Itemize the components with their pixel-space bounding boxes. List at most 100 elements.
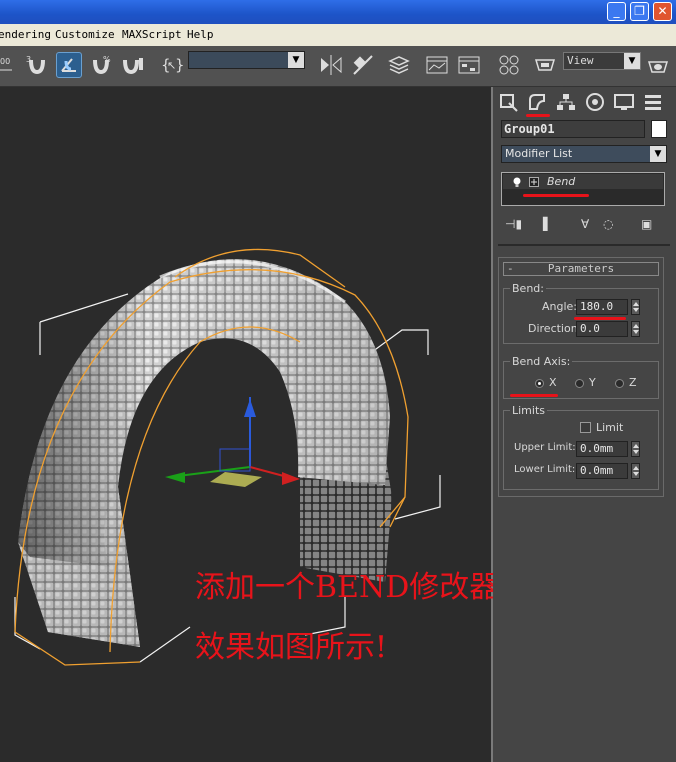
panel-divider bbox=[498, 244, 670, 246]
pin-stack-icon[interactable]: ⊣▮ bbox=[505, 217, 522, 231]
material-editor-icon bbox=[499, 55, 519, 75]
snap-percent-button[interactable]: 00 bbox=[0, 52, 18, 78]
percent-snap-icon: % bbox=[93, 55, 111, 75]
angle-snap-button[interactable] bbox=[56, 52, 82, 78]
upper-limit-input[interactable]: 0.0mm bbox=[576, 441, 628, 457]
menu-rendering[interactable]: endering bbox=[0, 28, 51, 41]
utilities-icon bbox=[645, 95, 661, 110]
curve-editor-button[interactable] bbox=[424, 52, 450, 78]
spinner-snap-button[interactable] bbox=[120, 52, 146, 78]
reference-coordinate-dropdown[interactable]: View ▼ bbox=[563, 52, 641, 70]
lower-limit-input[interactable]: 0.0mm bbox=[576, 463, 628, 479]
angle-label: Angle: bbox=[542, 300, 578, 313]
object-name-field[interactable]: Group01 bbox=[501, 120, 645, 138]
layers-icon bbox=[388, 56, 410, 74]
menu-help[interactable]: Help bbox=[187, 28, 214, 41]
bend-axis-group: Bend Axis: X Y Z bbox=[503, 355, 659, 399]
close-icon: ✕ bbox=[657, 4, 668, 18]
material-editor-button[interactable] bbox=[496, 52, 522, 78]
axis-y-radio[interactable] bbox=[575, 379, 584, 388]
edit-named-selection-button[interactable]: {↖} bbox=[158, 52, 185, 78]
limit-checkbox[interactable] bbox=[580, 422, 591, 433]
annotation-line-1: 添加一个BEND修改器, bbox=[195, 570, 509, 605]
svg-text:3: 3 bbox=[26, 55, 31, 64]
limit-checkbox-label: Limit bbox=[596, 421, 624, 434]
stack-item-label: Bend bbox=[547, 175, 576, 188]
menu-customize[interactable]: Customize bbox=[55, 28, 115, 41]
modifier-stack[interactable]: Bend bbox=[501, 172, 665, 206]
parameters-rollout: - Parameters Bend: Angle: 180.0 Directio… bbox=[498, 257, 664, 497]
angle-spinner-arrows[interactable] bbox=[631, 299, 640, 315]
minimize-button[interactable]: _ bbox=[607, 2, 626, 21]
axis-z-radio[interactable] bbox=[615, 379, 624, 388]
braces-icon: {↖} bbox=[161, 56, 185, 74]
tab-hierarchy[interactable] bbox=[555, 91, 577, 113]
mirror-button[interactable] bbox=[318, 52, 344, 78]
show-end-result-icon[interactable]: ▌ bbox=[543, 217, 552, 231]
layer-manager-button[interactable] bbox=[386, 52, 412, 78]
render-setup-button[interactable] bbox=[532, 52, 558, 78]
tab-display[interactable] bbox=[613, 91, 635, 113]
angle-highlight bbox=[574, 317, 626, 320]
tab-modify[interactable] bbox=[526, 91, 548, 113]
parameters-rollout-header[interactable]: - Parameters bbox=[503, 262, 659, 276]
menu-maxscript[interactable]: MAXScript bbox=[122, 28, 182, 41]
align-button[interactable] bbox=[350, 52, 376, 78]
perspective-viewport[interactable]: 添加一个BEND修改器, 效果如图所示! bbox=[0, 87, 509, 762]
modifier-list-label: Modifier List bbox=[505, 147, 573, 160]
svg-text:00: 00 bbox=[0, 57, 10, 66]
close-button[interactable]: ✕ bbox=[653, 2, 672, 21]
angle-input[interactable]: 180.0 bbox=[576, 299, 628, 315]
tab-create[interactable] bbox=[497, 91, 519, 113]
expand-plus-icon bbox=[529, 177, 539, 187]
limits-label: Limits bbox=[510, 404, 547, 417]
motion-icon bbox=[586, 93, 604, 111]
curve-editor-icon bbox=[426, 56, 448, 74]
svg-text:}: } bbox=[175, 56, 184, 74]
modifier-list-dropdown[interactable]: Modifier List ▼ bbox=[501, 145, 667, 163]
lightbulb-icon bbox=[513, 177, 521, 187]
angle-snap-icon bbox=[61, 58, 76, 72]
chevron-down-icon: ▼ bbox=[650, 146, 666, 162]
quick-render-button[interactable] bbox=[645, 52, 671, 78]
tab-motion[interactable] bbox=[584, 91, 606, 113]
axis-z-label: Z bbox=[629, 376, 637, 389]
direction-spinner-arrows[interactable] bbox=[631, 321, 640, 337]
bend-group: Bend: Angle: 180.0 Direction: 0.0 bbox=[503, 282, 659, 344]
create-icon bbox=[500, 94, 518, 112]
bend-stack-highlight bbox=[523, 194, 589, 197]
upper-limit-spinner-arrows[interactable] bbox=[631, 441, 640, 457]
parameters-title: Parameters bbox=[547, 262, 615, 275]
modify-tab-highlight bbox=[526, 114, 550, 117]
axis-x-radio[interactable] bbox=[535, 379, 544, 388]
percent-snap-button[interactable]: % bbox=[88, 52, 114, 78]
configure-sets-icon[interactable]: ▣ bbox=[641, 217, 652, 231]
schematic-view-button[interactable] bbox=[456, 52, 482, 78]
mirror-icon bbox=[321, 55, 342, 75]
restore-icon: ❐ bbox=[634, 4, 645, 18]
make-unique-icon[interactable]: ∀ bbox=[581, 217, 589, 231]
menu-bar: endering Customize MAXScript Help bbox=[0, 24, 676, 47]
snap-toggle-button[interactable]: 3 bbox=[24, 52, 50, 78]
axis-x-label: X bbox=[549, 376, 557, 389]
direction-input[interactable]: 0.0 bbox=[576, 321, 628, 337]
schematic-icon bbox=[458, 56, 480, 74]
tab-utilities[interactable] bbox=[642, 91, 664, 113]
remove-modifier-icon[interactable]: ◌ bbox=[603, 217, 613, 231]
stack-item-bend[interactable]: Bend bbox=[503, 174, 663, 189]
upper-limit-label: Upper Limit: bbox=[514, 442, 576, 453]
lower-limit-spinner-arrows[interactable] bbox=[631, 463, 640, 479]
chevron-down-icon: ▼ bbox=[624, 53, 640, 69]
lower-limit-label: Lower Limit: bbox=[514, 464, 576, 475]
window-title-bar: _ ❐ ✕ bbox=[0, 0, 676, 24]
teapot-icon bbox=[647, 61, 669, 73]
bend-group-label: Bend: bbox=[510, 282, 546, 295]
spinner-snap-icon bbox=[123, 58, 143, 75]
minimize-icon: _ bbox=[613, 4, 620, 18]
object-color-swatch[interactable] bbox=[651, 120, 667, 138]
transform-gizmo-icon bbox=[165, 397, 300, 487]
axis-x-highlight bbox=[510, 394, 558, 397]
restore-button[interactable]: ❐ bbox=[630, 2, 649, 21]
named-selection-set-dropdown[interactable]: ▼ bbox=[188, 51, 305, 69]
direction-label: Direction: bbox=[528, 322, 582, 335]
